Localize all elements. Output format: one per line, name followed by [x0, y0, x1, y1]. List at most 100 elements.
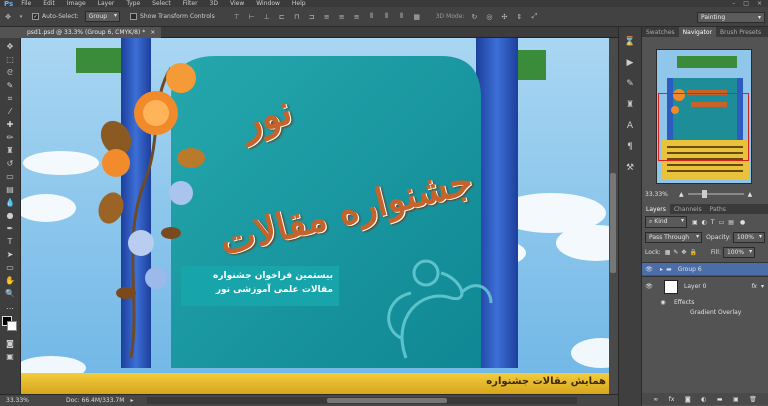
- screen-mode-icon[interactable]: ▣: [3, 351, 18, 362]
- menu-filter[interactable]: Filter: [183, 0, 198, 7]
- roll-3d-icon[interactable]: ◎: [484, 12, 494, 22]
- menu-file[interactable]: File: [21, 0, 31, 7]
- menu-3d[interactable]: 3D: [210, 0, 218, 7]
- lock-transparency-icon[interactable]: ▦: [665, 249, 671, 256]
- lock-position-icon[interactable]: ✥: [681, 249, 686, 256]
- healing-brush-tool-icon[interactable]: ✚: [3, 119, 18, 130]
- shape-tool-icon[interactable]: ▭: [3, 262, 18, 273]
- scale-3d-icon[interactable]: ⤢: [529, 12, 539, 22]
- eyedropper-tool-icon[interactable]: ⁄: [3, 106, 18, 117]
- close-tab-icon[interactable]: ×: [150, 29, 155, 36]
- distribute-top-icon[interactable]: ≡: [322, 12, 332, 22]
- brush-icon[interactable]: ✎: [623, 77, 637, 91]
- type-tool-icon[interactable]: T: [3, 236, 18, 247]
- scrollbar-thumb[interactable]: [610, 173, 616, 273]
- auto-select-dropdown[interactable]: Group: [84, 11, 121, 22]
- gradient-tool-icon[interactable]: ▤: [3, 184, 18, 195]
- document-tab[interactable]: psd1.psd @ 33.3% (Group 6, CMYK/8) * ×: [21, 27, 162, 38]
- zoom-tool-icon[interactable]: 🔍: [3, 288, 18, 299]
- tab-channels[interactable]: Channels: [670, 204, 706, 214]
- actions-icon[interactable]: ▶: [623, 56, 637, 70]
- layer-row-layer0[interactable]: 👁 Layer 0 fx ▾: [642, 276, 768, 296]
- workspace-switcher[interactable]: Painting ▾: [697, 12, 765, 23]
- zoom-out-icon[interactable]: ▲: [679, 191, 684, 198]
- navigator-zoom[interactable]: 33.33%: [645, 191, 675, 198]
- menu-edit[interactable]: Edit: [43, 0, 55, 7]
- slide-3d-icon[interactable]: ⇕: [514, 12, 524, 22]
- eraser-tool-icon[interactable]: ▭: [3, 171, 18, 182]
- fx-badge[interactable]: fx: [751, 283, 757, 290]
- effects-eye-icon[interactable]: ◉: [656, 299, 670, 306]
- show-transform-option[interactable]: Show Transform Controls: [130, 13, 215, 20]
- close-icon[interactable]: ×: [757, 0, 762, 7]
- fill-field[interactable]: 100%: [722, 246, 756, 258]
- menu-select[interactable]: Select: [152, 0, 171, 7]
- filter-toggle-icon[interactable]: ●: [740, 219, 745, 226]
- distribute-bottom-icon[interactable]: ≡: [352, 12, 362, 22]
- menu-image[interactable]: Image: [67, 0, 86, 7]
- add-mask-icon[interactable]: ◙: [685, 396, 691, 403]
- show-transform-checkbox[interactable]: [130, 13, 138, 20]
- tab-navigator[interactable]: Navigator: [678, 27, 717, 37]
- zoom-slider[interactable]: [687, 190, 744, 198]
- auto-select-option[interactable]: ✓ Auto-Select:: [32, 13, 79, 20]
- clone-source-icon[interactable]: ♜: [623, 98, 637, 112]
- layer-kind-filter[interactable]: ⌕ Kind: [645, 216, 687, 228]
- move-tool-icon[interactable]: ✥: [3, 41, 18, 52]
- visibility-eye-icon[interactable]: 👁: [642, 283, 656, 290]
- filter-adjustment-icon[interactable]: ◐: [702, 219, 707, 226]
- layer-row-group[interactable]: 👁 ▸ ▬ Group 6: [642, 262, 768, 275]
- extra-tools-icon[interactable]: …: [3, 301, 18, 312]
- opacity-field[interactable]: 100%: [732, 231, 765, 243]
- align-right-icon[interactable]: ⊐: [307, 12, 317, 22]
- move-tool-preset-icon[interactable]: ✥: [3, 12, 13, 22]
- auto-select-checkbox[interactable]: ✓: [32, 13, 39, 20]
- color-swatches[interactable]: [2, 316, 18, 332]
- background-color-swatch[interactable]: [7, 321, 17, 331]
- tool-presets-icon[interactable]: ⚒: [623, 161, 637, 175]
- menu-type[interactable]: Type: [126, 0, 140, 7]
- align-hcenter-icon[interactable]: ⊓: [292, 12, 302, 22]
- tab-paths[interactable]: Paths: [706, 204, 730, 214]
- horizontal-scrollbar[interactable]: [147, 397, 578, 404]
- drag-3d-icon[interactable]: ✣: [499, 12, 509, 22]
- distribute-hcenter-icon[interactable]: ⦀: [382, 12, 392, 22]
- hand-tool-icon[interactable]: ✋: [3, 275, 18, 286]
- tab-swatches[interactable]: Swatches: [642, 27, 679, 37]
- quick-mask-icon[interactable]: ◙: [3, 338, 18, 349]
- add-style-icon[interactable]: fx: [669, 396, 675, 403]
- delete-layer-icon[interactable]: 🗑: [749, 396, 757, 403]
- quick-select-tool-icon[interactable]: ✎: [3, 80, 18, 91]
- clone-stamp-tool-icon[interactable]: ♜: [3, 145, 18, 156]
- marquee-tool-icon[interactable]: ⬚: [3, 54, 18, 65]
- horizontal-scrollbar-thumb[interactable]: [327, 398, 448, 403]
- effects-row[interactable]: ◉ Effects: [642, 297, 768, 307]
- filter-type-icon[interactable]: T: [711, 219, 715, 226]
- lock-pixels-icon[interactable]: ✎: [673, 249, 678, 256]
- align-vcenter-icon[interactable]: ⊢: [247, 12, 257, 22]
- rotate-3d-icon[interactable]: ↻: [469, 12, 479, 22]
- tab-layers[interactable]: Layers: [642, 204, 670, 214]
- menu-help[interactable]: Help: [292, 0, 306, 7]
- menu-view[interactable]: View: [230, 0, 244, 7]
- filter-smart-object-icon[interactable]: ▤: [728, 219, 734, 226]
- maximize-icon[interactable]: □: [743, 0, 749, 7]
- menu-layer[interactable]: Layer: [98, 0, 115, 7]
- character-icon[interactable]: A: [623, 119, 637, 133]
- document-canvas[interactable]: نور جشنواره مقالات بیستمین فراخوان جشنوا…: [21, 38, 618, 394]
- lasso-tool-icon[interactable]: ᘓ: [3, 67, 18, 78]
- status-menu-arrow-icon[interactable]: ▸: [130, 397, 133, 404]
- align-left-icon[interactable]: ⊏: [277, 12, 287, 22]
- distribute-vcenter-icon[interactable]: ≡: [337, 12, 347, 22]
- zoom-slider-handle[interactable]: [701, 190, 707, 198]
- blend-mode-dropdown[interactable]: Pass Through: [645, 231, 703, 243]
- filter-pixel-icon[interactable]: ▣: [692, 219, 698, 226]
- visibility-eye-icon[interactable]: 👁: [642, 266, 656, 273]
- crop-tool-icon[interactable]: ⌗: [3, 93, 18, 104]
- path-selection-tool-icon[interactable]: ➤: [3, 249, 18, 260]
- new-adjustment-icon[interactable]: ◐: [701, 396, 706, 403]
- expand-arrow-icon[interactable]: ▸: [660, 266, 663, 273]
- paragraph-icon[interactable]: ¶: [623, 140, 637, 154]
- new-layer-icon[interactable]: ▣: [733, 396, 739, 403]
- distribute-right-icon[interactable]: ⦀: [397, 12, 407, 22]
